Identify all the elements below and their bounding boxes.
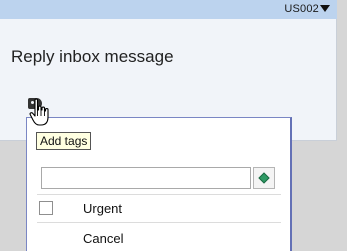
tag-input[interactable]	[41, 167, 251, 189]
divider	[37, 222, 281, 223]
add-tags-tooltip: Add tags	[36, 132, 92, 150]
tag-option-urgent[interactable]: Urgent	[27, 196, 291, 220]
caret-down-icon[interactable]	[320, 5, 330, 12]
add-tag-icon	[258, 172, 270, 184]
card-title: Reply inbox message	[11, 47, 174, 66]
story-id: US002	[284, 3, 319, 15]
urgent-checkbox[interactable]	[39, 201, 53, 215]
cancel-item[interactable]: Cancel	[27, 228, 291, 251]
cancel-label: Cancel	[83, 231, 124, 246]
add-tag-button[interactable]	[253, 167, 275, 189]
tag-option-label: Urgent	[83, 201, 123, 216]
tooltip-text: Add tags	[40, 134, 88, 148]
card-header: US002	[0, 0, 337, 19]
divider	[37, 194, 281, 195]
hand-pointer-icon	[29, 98, 49, 126]
